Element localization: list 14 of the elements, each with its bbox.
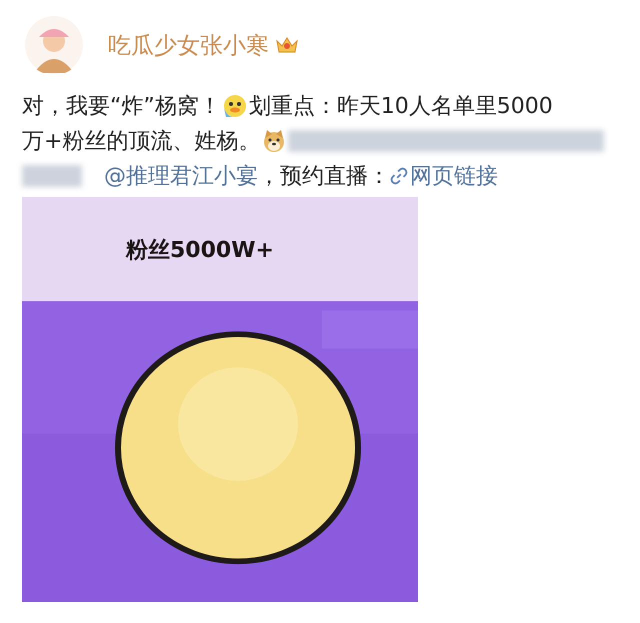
web-link[interactable]: 网页链接: [410, 160, 498, 190]
avatar[interactable]: [24, 15, 84, 75]
mention-link[interactable]: @推理君江小宴: [104, 160, 258, 190]
post-text: ，预约直播：: [258, 162, 390, 190]
post-text: 对，我要“炸”杨窝！: [22, 92, 221, 120]
post-text: 划重点：昨天10人名单里5000: [248, 92, 553, 120]
author-name[interactable]: 吃瓜少女张小寒: [108, 30, 269, 60]
crown-badge-icon: [275, 35, 299, 55]
link-icon: [390, 166, 408, 184]
image-caption: 粉丝5000W+: [126, 237, 274, 265]
duck-emoji-icon: [222, 94, 247, 118]
dog-emoji-icon: [262, 128, 286, 152]
post-text: 万+粉丝的顶流、姓杨。: [22, 128, 260, 156]
blurred-text: [22, 164, 82, 186]
